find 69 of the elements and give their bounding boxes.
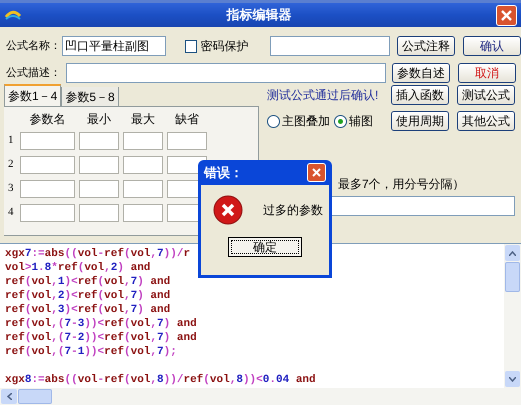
column-header: 参数名 xyxy=(28,111,66,126)
param-field[interactable] xyxy=(20,204,75,222)
formula-note-button[interactable]: 公式注释 xyxy=(397,36,455,56)
column-header: 缺省 xyxy=(174,111,200,126)
param-list-field[interactable] xyxy=(330,196,515,216)
code-line[interactable]: ref(vol,1)<ref(vol,7) and xyxy=(5,275,170,289)
dialog-message: 过多的参数 xyxy=(263,202,323,219)
dialog-title: 错误： xyxy=(204,164,243,182)
scroll-thumb[interactable] xyxy=(505,262,520,292)
horizontal-scrollbar[interactable] xyxy=(0,388,521,405)
cancel-button[interactable]: 取消 xyxy=(458,63,516,83)
code-line[interactable]: ref(vol,(7-3))<ref(vol,7) and xyxy=(5,317,197,331)
scroll-up-button[interactable] xyxy=(505,245,520,261)
close-button[interactable] xyxy=(496,4,517,26)
name-field[interactable]: 凹口平量柱副图 xyxy=(62,36,166,56)
checkbox-label: 密码保护 xyxy=(200,38,250,55)
field-label: 公式描述： xyxy=(6,66,62,81)
tab[interactable]: 参数1－4 xyxy=(4,84,62,106)
code-line[interactable]: xgx7:=abs((vol-ref(vol,7))/r xyxy=(5,247,190,261)
close-icon xyxy=(501,10,512,20)
scroll-thumb[interactable] xyxy=(18,389,52,404)
row-number: 2 xyxy=(8,157,14,172)
password-field[interactable] xyxy=(270,36,390,56)
row-number: 1 xyxy=(8,133,14,148)
close-icon xyxy=(312,168,321,177)
field-label: 最多7个，用分号分隔） xyxy=(338,176,466,191)
radio-option[interactable]: 主图叠加 xyxy=(267,112,330,130)
hint-text: 测试公式通过后确认! xyxy=(267,87,380,104)
param-field[interactable] xyxy=(79,204,119,222)
param-field[interactable] xyxy=(123,180,163,198)
description-field[interactable] xyxy=(66,63,386,83)
param-field[interactable] xyxy=(79,132,119,150)
param-field[interactable] xyxy=(123,204,163,222)
period-button[interactable]: 使用周期 xyxy=(391,111,449,131)
other-formula-button[interactable]: 其他公式 xyxy=(457,111,515,131)
param-field[interactable] xyxy=(123,132,163,150)
vertical-scrollbar[interactable] xyxy=(504,244,521,388)
code-line[interactable]: vol>1.8*ref(vol,2) and xyxy=(5,261,150,275)
param-field[interactable] xyxy=(167,132,207,150)
tab[interactable]: 参数5－8 xyxy=(61,87,119,106)
code-line[interactable]: ref(vol,2)<ref(vol,7) and xyxy=(5,289,170,303)
param-field[interactable] xyxy=(20,132,75,150)
param-field[interactable] xyxy=(20,156,75,174)
window-title: 指标编辑器 xyxy=(225,6,292,24)
row-number: 4 xyxy=(8,205,14,220)
password-checkbox[interactable] xyxy=(185,40,198,52)
ok-button[interactable]: 确定 xyxy=(228,237,302,257)
radio-option[interactable]: 辅图 xyxy=(334,112,373,130)
insert-function-button[interactable]: 插入函数 xyxy=(391,85,449,105)
scroll-down-button[interactable] xyxy=(505,371,520,387)
code-line[interactable]: ref(vol,3)<ref(vol,7) and xyxy=(5,303,170,317)
code-line[interactable]: ref(vol,(7-1))<ref(vol,7); xyxy=(5,345,177,359)
error-icon xyxy=(213,195,243,225)
field-label: 公式名称： xyxy=(6,38,62,54)
column-header: 最大 xyxy=(130,111,156,126)
column-header: 最小 xyxy=(86,111,112,126)
test-formula-button[interactable]: 测试公式 xyxy=(457,85,515,105)
param-field[interactable] xyxy=(123,156,163,174)
confirm-button[interactable]: 确认 xyxy=(463,36,521,56)
close-button[interactable] xyxy=(307,163,326,182)
param-field[interactable] xyxy=(79,156,119,174)
app-icon xyxy=(4,8,22,22)
param-field[interactable] xyxy=(79,180,119,198)
param-field[interactable] xyxy=(20,180,75,198)
row-number: 3 xyxy=(8,181,14,196)
code-line[interactable]: ref(vol,(7-2))<ref(vol,7) and xyxy=(5,331,197,345)
code-line[interactable]: xgx8:=abs((vol-ref(vol,8))/ref(vol,8))<0.04 and xyxy=(5,373,316,387)
param-description-button[interactable]: 参数自述 xyxy=(392,63,450,83)
scroll-left-button[interactable] xyxy=(1,389,17,404)
